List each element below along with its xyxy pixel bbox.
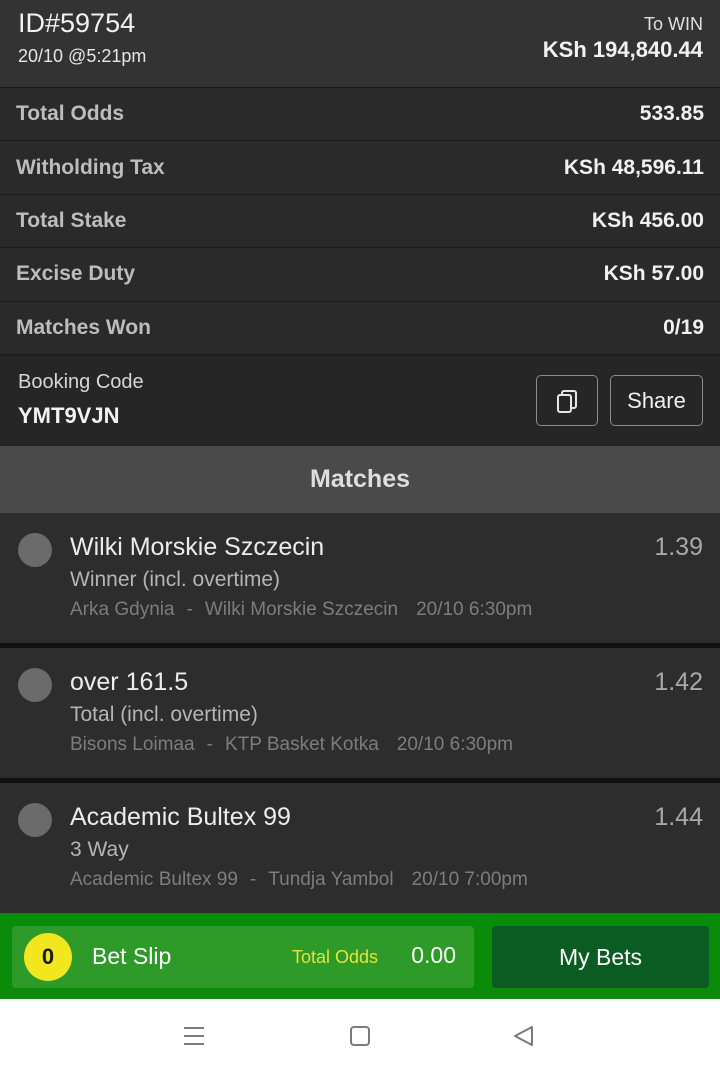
match-item[interactable]: Academic Bultex 99 1.44 3 Way Academic B… — [0, 783, 720, 913]
system-nav-bar — [0, 999, 720, 1074]
match-selection: Academic Bultex 99 — [70, 803, 291, 831]
menu-icon[interactable] — [181, 1023, 207, 1049]
summary-label: Witholding Tax — [16, 155, 165, 179]
match-item[interactable]: over 161.5 1.42 Total (incl. overtime) B… — [0, 648, 720, 778]
summary-value: KSh 57.00 — [603, 262, 704, 286]
summary-value: 533.85 — [639, 102, 704, 126]
back-triangle-icon[interactable] — [511, 1023, 537, 1049]
matches-title: Matches — [0, 446, 720, 513]
match-away-team: KTP Basket Kotka — [224, 734, 379, 755]
match-item[interactable]: Wilki Morskie Szczecin 1.39 Winner (incl… — [0, 513, 720, 643]
summary-row-matches-won: Matches Won 0/19 — [0, 301, 720, 355]
match-market: Total (incl. overtime) — [70, 703, 258, 726]
status-dot-icon — [18, 803, 52, 837]
bet-slip-button[interactable]: 0 Bet Slip Total Odds 0.00 — [12, 926, 474, 988]
my-bets-button[interactable]: My Bets — [492, 926, 709, 988]
summary-row-withholding-tax: Witholding Tax KSh 48,596.11 — [0, 141, 720, 195]
match-odds: 1.42 — [654, 668, 703, 696]
match-away-team: Tundja Yambol — [268, 869, 394, 890]
bet-slip-count-badge: 0 — [24, 933, 72, 981]
bet-slip-total-odds-label: Total Odds — [291, 947, 378, 967]
match-home-team: Bisons Loimaa — [70, 734, 195, 755]
bet-slip-label: Bet Slip — [92, 943, 172, 969]
match-selection: over 161.5 — [70, 668, 189, 696]
match-meta: Arka Gdynia - Wilki Morskie Szczecin 20/10 … — [70, 599, 532, 621]
copy-icon — [557, 390, 577, 413]
match-market: 3 Way — [70, 838, 129, 861]
match-odds: 1.44 — [654, 803, 703, 831]
match-meta: Bisons Loimaa - KTP Basket Kotka 20/10 6:30… — [70, 734, 513, 756]
home-square-icon[interactable] — [347, 1023, 373, 1049]
to-win-value: KSh 194,840.44 — [542, 37, 703, 62]
bet-slip-bar: 0 Bet Slip Total Odds 0.00 My Bets — [0, 913, 720, 999]
summary-label: Total Stake — [16, 208, 127, 232]
bet-summary: Total Odds 533.85 Witholding Tax KSh 48,… — [0, 88, 720, 355]
summary-label: Matches Won — [16, 315, 151, 339]
summary-value: 0/19 — [663, 315, 704, 339]
match-away-team: Wilki Morskie Szczecin — [204, 599, 399, 620]
match-odds: 1.39 — [654, 533, 703, 561]
match-selection: Wilki Morskie Szczecin — [70, 533, 325, 561]
match-separator: - — [206, 734, 213, 755]
summary-value: KSh 456.00 — [591, 208, 704, 232]
bet-id: ID#59754 — [18, 8, 136, 38]
summary-label: Excise Duty — [16, 262, 136, 286]
summary-row-total-odds: Total Odds 533.85 — [0, 88, 720, 142]
booking-code-label: Booking Code — [18, 371, 144, 393]
booking-code: YMT9VJN — [18, 403, 120, 428]
summary-row-total-stake: Total Stake KSh 456.00 — [0, 194, 720, 249]
match-market: Winner (incl. overtime) — [70, 568, 281, 591]
to-win-label: To WIN — [643, 14, 703, 34]
match-separator: - — [249, 869, 257, 890]
share-button[interactable]: Share — [610, 375, 703, 426]
match-list: Wilki Morskie Szczecin 1.39 Winner (incl… — [0, 513, 720, 918]
booking-section: Booking Code YMT9VJN Share — [0, 356, 720, 446]
summary-row-excise-duty: Excise Duty KSh 57.00 — [0, 248, 720, 302]
match-home-team: Academic Bultex 99 — [70, 869, 238, 890]
match-meta: Academic Bultex 99- Tundja Yambol 20/10 7:… — [70, 869, 528, 891]
status-dot-icon — [18, 668, 52, 702]
match-home-team: Arka Gdynia — [70, 599, 175, 620]
summary-value: KSh 48,596.11 — [563, 155, 704, 179]
match-time: 20/10 6:30pm — [416, 599, 533, 620]
match-time: 20/10 6:30pm — [396, 734, 513, 755]
bet-date: 20/10 @5:21pm — [18, 46, 147, 66]
copy-button[interactable] — [536, 375, 598, 426]
bet-slip-total-odds-value: 0.00 — [411, 942, 456, 968]
summary-label: Total Odds — [16, 102, 125, 126]
bet-header: ID#59754 20/10 @5:21pm To WIN KSh 194,84… — [0, 0, 720, 88]
status-dot-icon — [18, 533, 52, 567]
match-separator: - — [186, 599, 193, 620]
match-time: 20/10 7:00pm — [411, 869, 528, 890]
